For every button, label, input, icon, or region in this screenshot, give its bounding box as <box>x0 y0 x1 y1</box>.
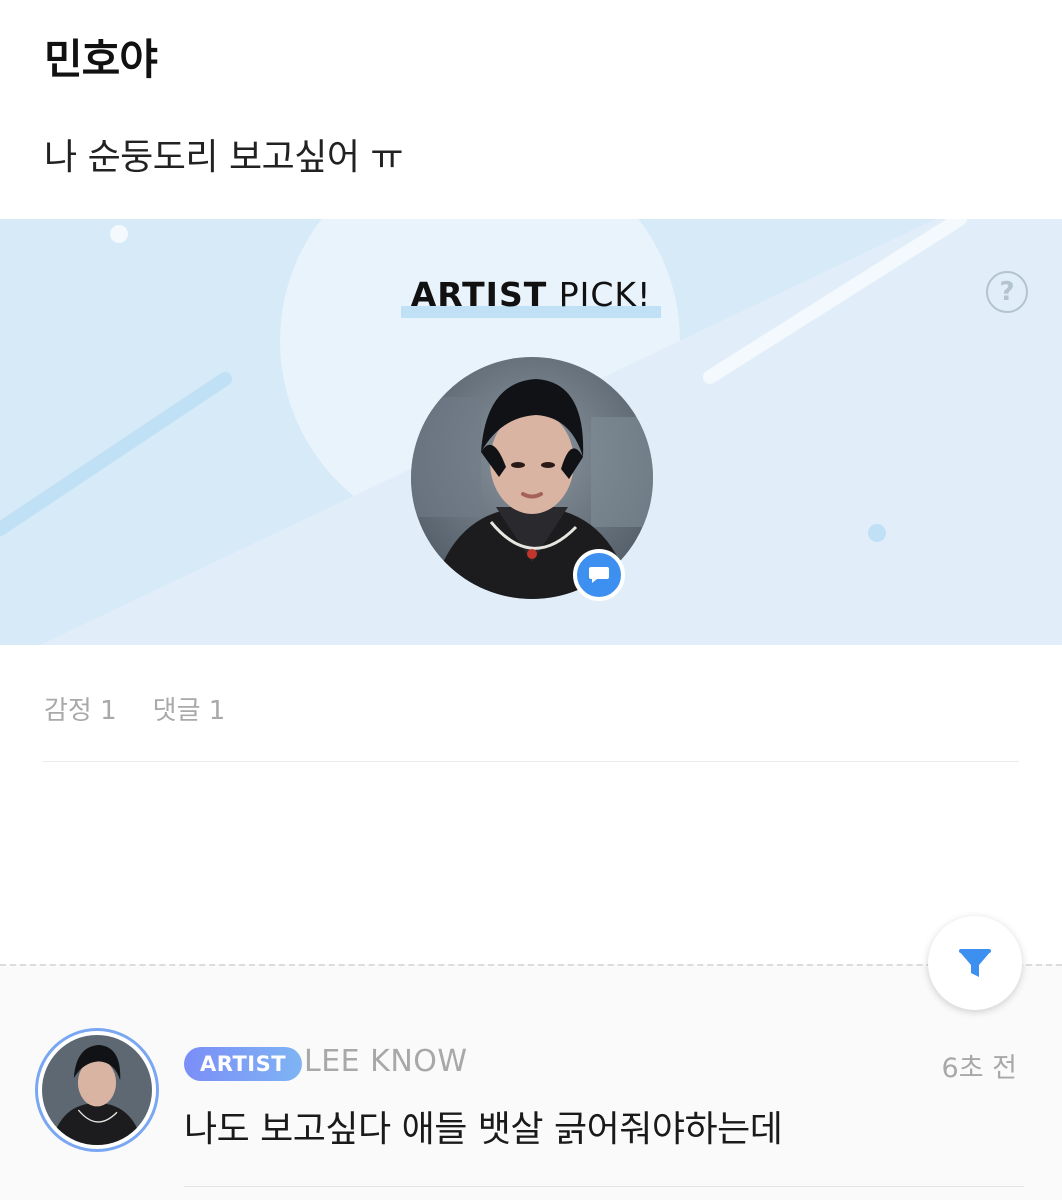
comment-timestamp: 6초 전 <box>941 1053 1017 1084</box>
comment-count[interactable]: 댓글 1 <box>153 690 226 727</box>
artist-badge: ARTIST <box>184 1047 303 1081</box>
comment-text: 나도 보고싶다 애들 뱃살 긁어줘야하는데 <box>184 1109 783 1150</box>
divider <box>42 761 1019 762</box>
filter-funnel-icon <box>959 949 991 977</box>
comments-section <box>0 964 1062 1200</box>
divider <box>184 1186 1024 1187</box>
comment-author-name[interactable]: LEE KNOW <box>304 1044 468 1079</box>
post-stats: 감정 1 댓글 1 <box>44 690 225 727</box>
post-author-name[interactable]: 민호야 <box>44 26 158 87</box>
post-body-text: 나 순둥도리 보고싶어 ㅠ <box>44 137 404 178</box>
filter-button[interactable] <box>928 916 1022 1010</box>
artist-pick-title: ARTIST PICK! <box>0 275 1062 318</box>
post-detail-screen: 민호야 나 순둥도리 보고싶어 ㅠ ARTIST PICK! ? 감정 1 댓글… <box>0 0 1062 1200</box>
emotion-count[interactable]: 감정 1 <box>44 690 117 727</box>
question-circle-icon[interactable]: ? <box>986 271 1028 313</box>
artist-pick-title-rest: PICK! <box>558 275 652 314</box>
artist-pick-banner: ARTIST PICK! ? <box>0 219 1062 645</box>
comment-author-avatar[interactable] <box>35 1028 159 1152</box>
speech-bubble-icon[interactable] <box>573 549 625 601</box>
artist-photo <box>42 1035 152 1145</box>
artist-pick-title-strong: ARTIST <box>410 275 548 314</box>
